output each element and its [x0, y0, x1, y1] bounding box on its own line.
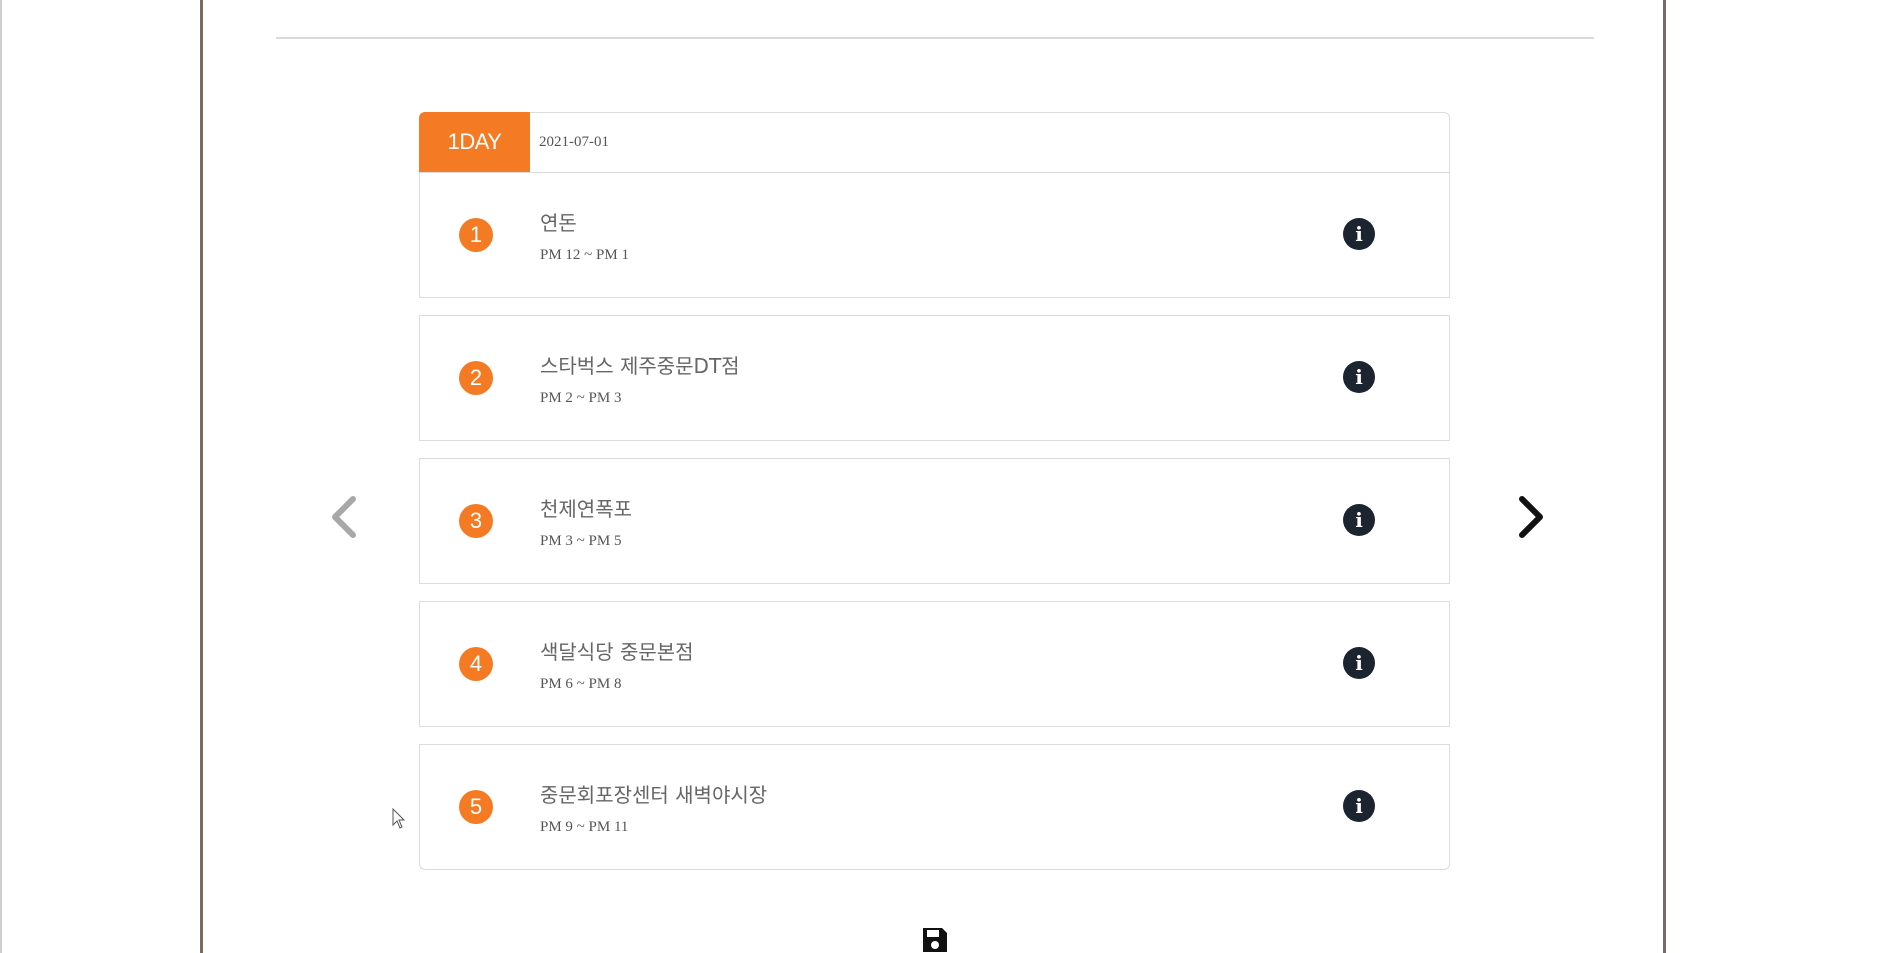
stop-name: 색달식당 중문본점	[540, 640, 694, 664]
day-badge[interactable]: 1DAY	[419, 112, 530, 172]
stop-number-badge: 5	[459, 790, 493, 824]
info-icon[interactable]: i	[1343, 647, 1375, 679]
schedule-item[interactable]: 2 스타벅스 제주중문DT점 PM 2 ~ PM 3 i	[419, 315, 1450, 441]
schedule-item[interactable]: 4 색달식당 중문본점 PM 6 ~ PM 8 i	[419, 601, 1450, 727]
stop-number-badge: 4	[459, 647, 493, 681]
stop-time: PM 3 ~ PM 5	[540, 533, 622, 549]
stop-name: 중문회포장센터 새벽야시장	[540, 783, 768, 807]
stop-name: 천제연폭포	[540, 497, 632, 521]
schedule-item[interactable]: 1 연돈 PM 12 ~ PM 1 i	[419, 172, 1450, 298]
schedule-item[interactable]: 5 중문회포장센터 새벽야시장 PM 9 ~ PM 11 i	[419, 744, 1450, 870]
stop-name: 스타벅스 제주중문DT점	[540, 354, 740, 378]
stop-number-badge: 1	[459, 218, 493, 252]
day-date: 2021-07-01	[539, 134, 609, 150]
info-icon[interactable]: i	[1343, 218, 1375, 250]
stop-time: PM 2 ~ PM 3	[540, 390, 622, 406]
window-edge	[0, 0, 2, 953]
stop-time: PM 6 ~ PM 8	[540, 676, 622, 692]
stop-time: PM 9 ~ PM 11	[540, 819, 629, 835]
page: 1DAY 2021-07-01 1 연돈 PM 12 ~ PM 1 i 2 스타…	[0, 0, 1899, 953]
stop-name: 연돈	[540, 211, 577, 235]
stop-time: PM 12 ~ PM 1	[540, 247, 629, 263]
schedule-item[interactable]: 3 천제연폭포 PM 3 ~ PM 5 i	[419, 458, 1450, 584]
header-divider	[276, 37, 1594, 39]
chevron-right-icon[interactable]	[1510, 487, 1550, 547]
info-icon[interactable]: i	[1343, 504, 1375, 536]
mouse-pointer-icon	[392, 808, 406, 829]
floppy-disk-icon[interactable]	[920, 925, 950, 953]
stop-number-badge: 2	[459, 361, 493, 395]
info-icon[interactable]: i	[1343, 361, 1375, 393]
stop-number-badge: 3	[459, 504, 493, 538]
info-icon[interactable]: i	[1343, 790, 1375, 822]
chevron-left-icon[interactable]	[325, 487, 365, 547]
